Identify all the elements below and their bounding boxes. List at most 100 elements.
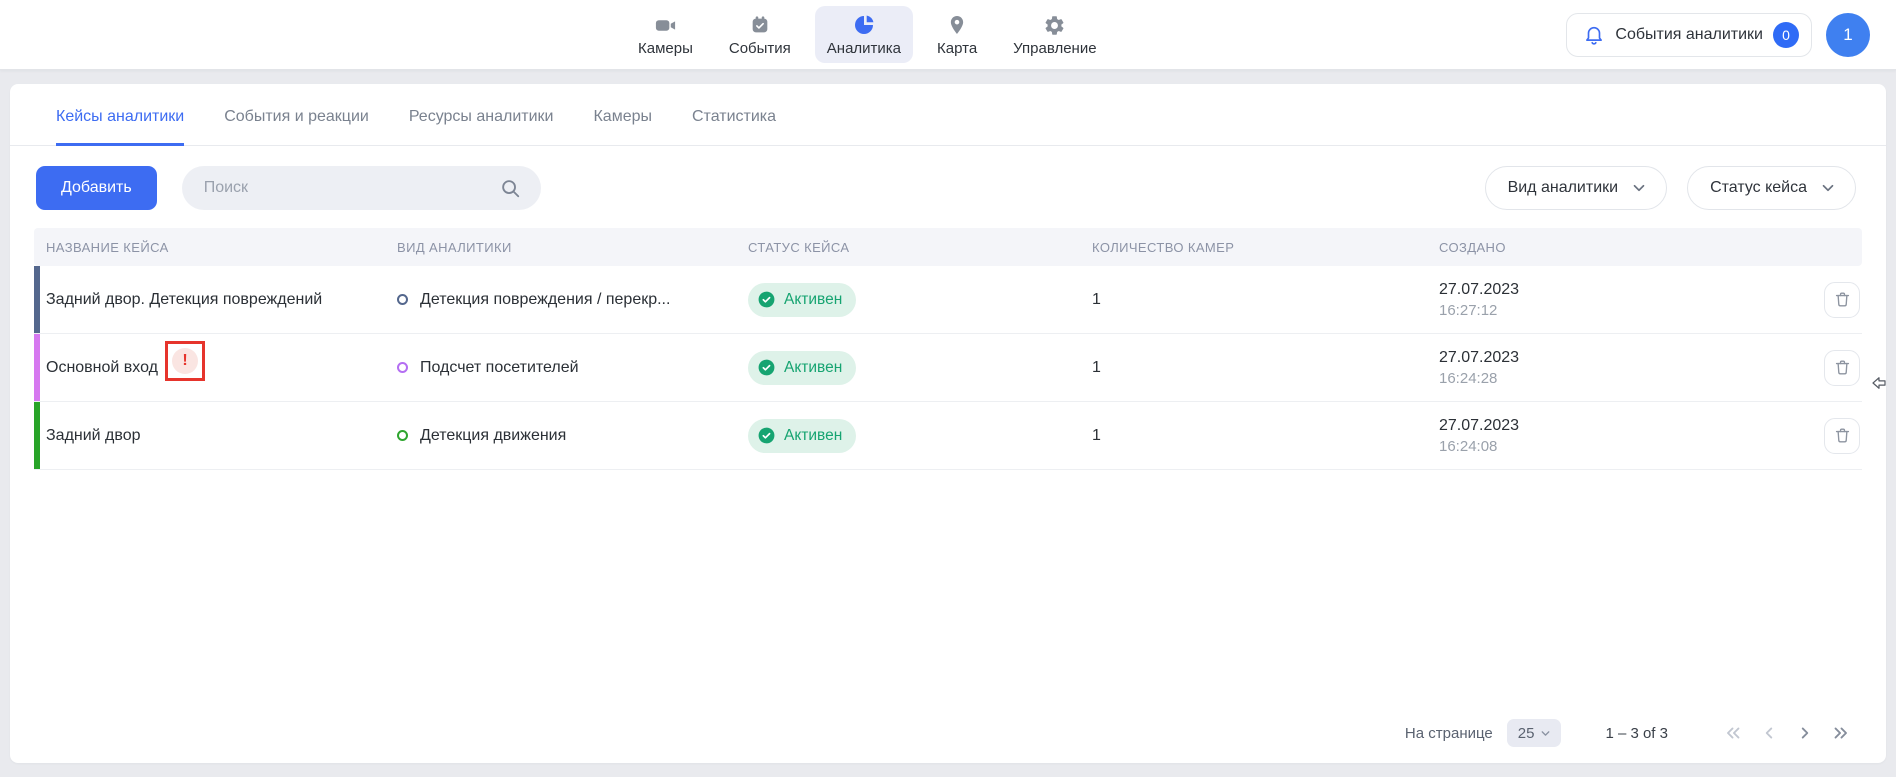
per-page-value: 25 bbox=[1518, 725, 1535, 742]
tab-analytics-cases[interactable]: Кейсы аналитики bbox=[56, 108, 184, 146]
chevron-right-icon bbox=[1794, 722, 1816, 744]
search-box bbox=[182, 166, 541, 210]
analytics-type-cell: Детекция повреждения / перекр... bbox=[397, 291, 748, 309]
analytics-type-ring-icon bbox=[397, 362, 408, 373]
created-cell: 27.07.2023 16:27:12 bbox=[1439, 281, 1798, 319]
status-label: Активен bbox=[784, 291, 842, 309]
topbar-right: События аналитики 0 1 bbox=[1566, 0, 1870, 69]
first-page-button[interactable] bbox=[1720, 720, 1746, 746]
tab-cameras[interactable]: Камеры bbox=[593, 108, 652, 146]
events-count-badge: 0 bbox=[1773, 22, 1799, 48]
cases-table: НАЗВАНИЕ КЕЙСА ВИД АНАЛИТИКИ СТАТУС КЕЙС… bbox=[34, 228, 1862, 470]
case-name: Задний двор bbox=[46, 427, 141, 445]
table-row[interactable]: Задний двор. Детекция повреждений Детекц… bbox=[34, 266, 1862, 334]
delete-button[interactable] bbox=[1824, 418, 1860, 454]
analytics-events-button[interactable]: События аналитики 0 bbox=[1566, 13, 1812, 57]
status-label: Активен bbox=[784, 427, 842, 445]
check-circle-icon bbox=[757, 426, 776, 445]
nav-label: Карта bbox=[937, 40, 977, 57]
per-page-label: На странице bbox=[1405, 725, 1493, 742]
created-time: 16:24:28 bbox=[1439, 370, 1798, 387]
gear-icon bbox=[1043, 13, 1066, 37]
created-date: 27.07.2023 bbox=[1439, 417, 1798, 435]
filter-label: Статус кейса bbox=[1710, 179, 1807, 197]
section-tabs: Кейсы аналитики События и реакции Ресурс… bbox=[10, 84, 1886, 146]
delete-button[interactable] bbox=[1824, 282, 1860, 318]
add-button[interactable]: Добавить bbox=[36, 166, 157, 210]
trash-icon bbox=[1833, 358, 1852, 377]
mouse-cursor bbox=[1870, 374, 1888, 392]
analytics-type-label: Детекция движения bbox=[420, 427, 566, 445]
pagination-footer: На странице 25 1 – 3 of 3 bbox=[34, 715, 1854, 751]
nav-item-analytics[interactable]: Аналитика bbox=[815, 6, 913, 63]
case-name-cell: Задний двор bbox=[34, 427, 397, 445]
case-name-cell: Задний двор. Детекция повреждений bbox=[34, 291, 397, 309]
analytics-type-cell: Подсчет посетителей bbox=[397, 359, 748, 377]
content-card: Кейсы аналитики События и реакции Ресурс… bbox=[10, 84, 1886, 763]
tab-analytics-resources[interactable]: Ресурсы аналитики bbox=[409, 108, 554, 146]
status-cell: Активен bbox=[748, 351, 1092, 385]
map-pin-icon bbox=[946, 13, 968, 37]
row-accent-bar bbox=[34, 334, 40, 401]
camera-icon bbox=[654, 13, 677, 37]
status-cell: Активен bbox=[748, 283, 1092, 317]
status-label: Активен bbox=[784, 359, 842, 377]
tab-statistics[interactable]: Статистика bbox=[692, 108, 776, 146]
search-input[interactable] bbox=[182, 166, 541, 210]
prev-page-button[interactable] bbox=[1756, 720, 1782, 746]
trash-icon bbox=[1833, 290, 1852, 309]
toolbar: Добавить Вид аналитики Статус кейса bbox=[10, 146, 1886, 228]
nav-label: Камеры bbox=[638, 40, 693, 57]
status-cell: Активен bbox=[748, 419, 1092, 453]
column-analytics-type: ВИД АНАЛИТИКИ bbox=[397, 240, 748, 255]
row-accent-bar bbox=[34, 402, 40, 469]
filter-label: Вид аналитики bbox=[1508, 179, 1619, 197]
last-page-button[interactable] bbox=[1828, 720, 1854, 746]
column-camera-count: КОЛИЧЕСТВО КАМЕР bbox=[1092, 240, 1439, 255]
filter-analytics-type[interactable]: Вид аналитики bbox=[1485, 166, 1668, 210]
delete-button[interactable] bbox=[1824, 350, 1860, 386]
per-page-select[interactable]: 25 bbox=[1507, 719, 1562, 747]
check-circle-icon bbox=[757, 290, 776, 309]
nav-item-management[interactable]: Управление bbox=[1001, 6, 1108, 63]
analytics-type-ring-icon bbox=[397, 430, 408, 441]
camera-count: 1 bbox=[1092, 291, 1439, 309]
filter-case-status[interactable]: Статус кейса bbox=[1687, 166, 1856, 210]
column-case-name: НАЗВАНИЕ КЕЙСА bbox=[34, 240, 397, 255]
double-chevron-right-icon bbox=[1830, 722, 1852, 744]
status-badge: Активен bbox=[748, 419, 856, 453]
main-nav: Камеры События Аналитика Карта Управлени… bbox=[626, 0, 1109, 69]
user-avatar[interactable]: 1 bbox=[1826, 13, 1870, 57]
chevron-down-icon bbox=[1539, 727, 1552, 740]
analytics-type-label: Детекция повреждения / перекр... bbox=[420, 291, 670, 309]
nav-item-map[interactable]: Карта bbox=[925, 6, 989, 63]
status-badge: Активен bbox=[748, 351, 856, 385]
nav-item-events[interactable]: События bbox=[717, 6, 803, 63]
table-row[interactable]: Основной вход ! Подсчет посетителей Акти… bbox=[34, 334, 1862, 402]
case-name-cell: Основной вход ! bbox=[34, 355, 397, 381]
camera-count: 1 bbox=[1092, 359, 1439, 377]
table-header: НАЗВАНИЕ КЕЙСА ВИД АНАЛИТИКИ СТАТУС КЕЙС… bbox=[34, 228, 1862, 266]
nav-item-cameras[interactable]: Камеры bbox=[626, 6, 705, 63]
nav-label: События bbox=[729, 40, 791, 57]
case-name: Задний двор. Детекция повреждений bbox=[46, 291, 322, 309]
pie-chart-icon bbox=[852, 13, 876, 37]
analytics-type-label: Подсчет посетителей bbox=[420, 359, 579, 377]
table-row[interactable]: Задний двор Детекция движения Активен 1 … bbox=[34, 402, 1862, 470]
events-button-label: События аналитики bbox=[1615, 26, 1763, 44]
tab-events-reactions[interactable]: События и реакции bbox=[224, 108, 369, 146]
topbar: Камеры События Аналитика Карта Управлени… bbox=[0, 0, 1896, 70]
next-page-button[interactable] bbox=[1792, 720, 1818, 746]
column-case-status: СТАТУС КЕЙСА bbox=[748, 240, 1092, 255]
created-date: 27.07.2023 bbox=[1439, 349, 1798, 367]
bell-icon bbox=[1583, 24, 1605, 46]
warning-annotation: ! bbox=[165, 341, 205, 381]
trash-icon bbox=[1833, 426, 1852, 445]
chevron-left-icon bbox=[1758, 722, 1780, 744]
camera-count: 1 bbox=[1092, 427, 1439, 445]
nav-label: Аналитика bbox=[827, 40, 901, 57]
case-name: Основной вход bbox=[46, 359, 158, 377]
double-chevron-left-icon bbox=[1722, 722, 1744, 744]
created-time: 16:24:08 bbox=[1439, 438, 1798, 455]
created-time: 16:27:12 bbox=[1439, 302, 1798, 319]
